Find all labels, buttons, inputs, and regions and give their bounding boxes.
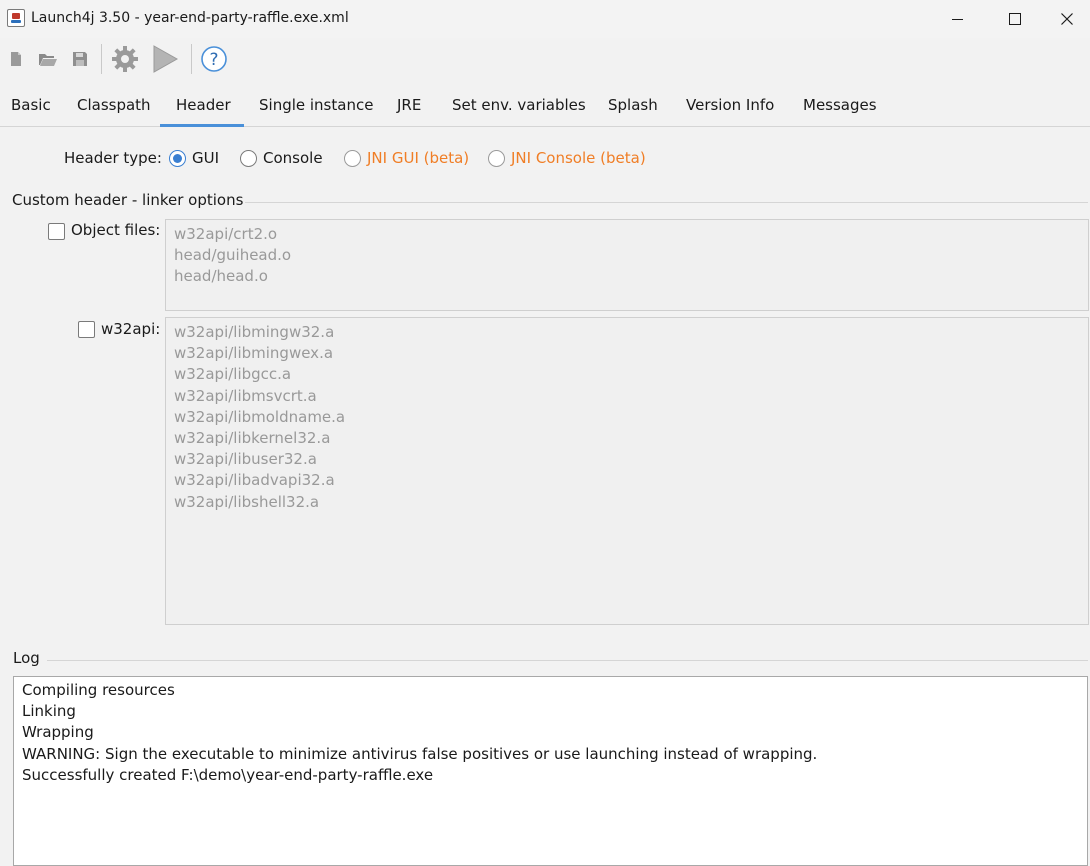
tab-splash[interactable]: Splash	[608, 96, 658, 114]
radio-gui-label[interactable]: GUI	[192, 149, 219, 167]
object-files-label[interactable]: Object files:	[71, 221, 160, 239]
w32api-lib-line: w32api/libshell32.a	[174, 492, 320, 511]
open-icon	[39, 54, 57, 66]
log-line: Wrapping	[22, 723, 94, 742]
active-tab-indicator	[160, 124, 244, 127]
w32api-checkbox[interactable]	[78, 321, 95, 338]
log-separator	[47, 660, 1088, 661]
tab-header[interactable]: Header	[176, 96, 231, 114]
toolbar-separator	[191, 44, 192, 74]
build-gear-icon	[112, 46, 138, 72]
new-button[interactable]	[1, 42, 31, 76]
log-group-title: Log	[13, 649, 40, 667]
w32api-lib-line: w32api/libmingw32.a	[174, 323, 335, 341]
radio-jni-gui[interactable]	[344, 150, 361, 167]
radio-console[interactable]	[240, 150, 257, 167]
tab-set-env-variables[interactable]: Set env. variables	[452, 96, 586, 114]
radio-jni-gui-label[interactable]: JNI GUI (beta)	[367, 149, 469, 167]
w32api-lib-line: w32api/libkernel32.a	[174, 429, 331, 448]
radio-gui[interactable]	[169, 150, 186, 167]
tab-messages[interactable]: Messages	[803, 96, 877, 114]
w32api-lib-line: w32api/libmingwex.a	[174, 344, 334, 363]
radio-jni-console-label[interactable]: JNI Console (beta)	[511, 149, 646, 167]
log-line: Successfully created F:\demo\year-end-pa…	[22, 765, 434, 784]
svg-text:?: ?	[209, 50, 218, 70]
radio-jni-console[interactable]	[488, 150, 505, 167]
object-file-line: w32api/crt2.o	[174, 225, 278, 243]
help-button[interactable]: ?	[199, 42, 229, 76]
build-button[interactable]	[110, 42, 140, 76]
minimize-icon	[951, 18, 963, 20]
toolbar-separator	[101, 44, 102, 74]
maximize-icon	[1009, 13, 1021, 25]
object-file-line: head/head.o	[174, 267, 268, 286]
tab-basic[interactable]: Basic	[11, 96, 51, 114]
minimize-button[interactable]	[928, 0, 986, 38]
run-icon	[153, 45, 179, 73]
help-icon: ?	[201, 46, 227, 72]
tab-version-info[interactable]: Version Info	[686, 96, 774, 114]
w32api-lib-line: w32api/libadvapi32.a	[174, 471, 335, 490]
object-file-line: head/guihead.o	[174, 246, 292, 265]
w32api-label[interactable]: w32api:	[101, 320, 160, 338]
log-textarea[interactable]: Compiling resources Linking Wrapping WAR…	[13, 676, 1088, 866]
custom-header-group-title: Custom header - linker options	[12, 191, 244, 209]
w32api-lib-line: w32api/libgcc.a	[174, 365, 292, 384]
object-files-textarea[interactable]: w32api/crt2.o head/guihead.o head/head.o	[165, 219, 1089, 311]
w32api-lib-line: w32api/libmoldname.a	[174, 407, 346, 426]
log-line: Compiling resources	[22, 681, 175, 699]
open-button[interactable]	[33, 42, 63, 76]
new-icon	[11, 52, 21, 66]
header-type-label: Header type:	[64, 149, 162, 167]
maximize-button[interactable]	[986, 0, 1044, 38]
w32api-lib-line: w32api/libuser32.a	[174, 450, 317, 469]
log-line: Linking	[22, 702, 76, 721]
tab-jre[interactable]: JRE	[397, 96, 421, 114]
radio-console-label[interactable]: Console	[263, 149, 323, 167]
java-app-icon	[7, 9, 25, 27]
w32api-lib-line: w32api/libmsvcrt.a	[174, 386, 317, 405]
tab-single-instance[interactable]: Single instance	[259, 96, 373, 114]
object-files-checkbox[interactable]	[48, 223, 65, 240]
log-line: WARNING: Sign the executable to minimize…	[22, 744, 818, 763]
group-separator	[245, 202, 1088, 203]
window-title: Launch4j 3.50 - year-end-party-raffle.ex…	[31, 10, 349, 26]
close-button[interactable]	[1044, 0, 1090, 38]
run-button[interactable]	[150, 42, 180, 76]
save-button[interactable]	[65, 42, 95, 76]
w32api-textarea[interactable]: w32api/libmingw32.a w32api/libmingwex.a …	[165, 317, 1089, 625]
close-icon	[1061, 13, 1073, 25]
save-icon	[73, 52, 87, 66]
tab-classpath[interactable]: Classpath	[77, 96, 151, 114]
